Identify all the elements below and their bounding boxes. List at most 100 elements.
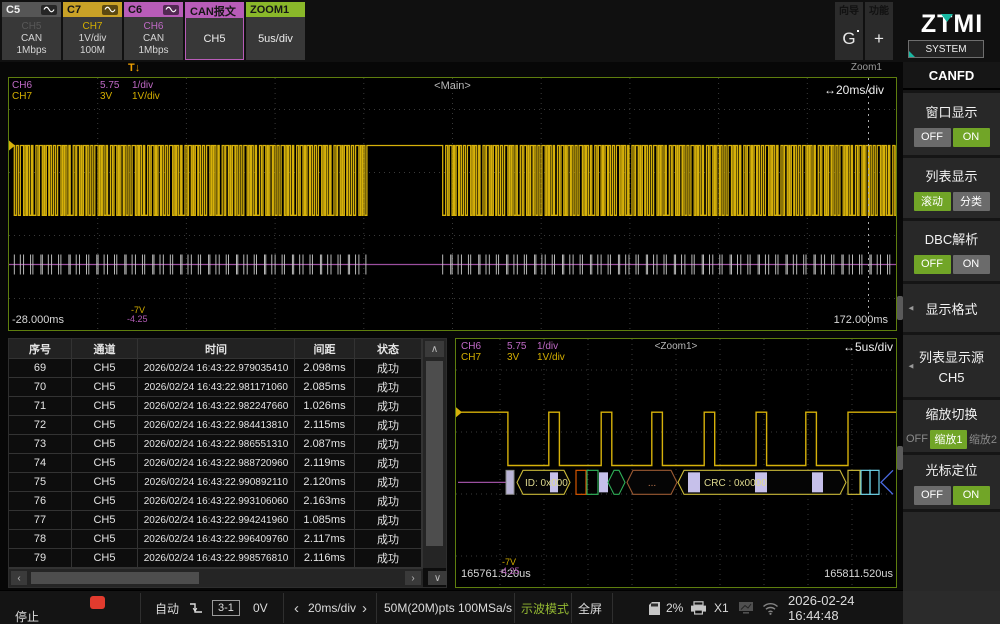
tab-zoom1[interactable]: ZOOM15us/div xyxy=(246,2,305,60)
toggle-group: OFFON xyxy=(914,255,990,274)
scroll-up-button[interactable]: ∧ xyxy=(425,341,444,357)
cell: 74 xyxy=(9,454,72,473)
cell: 2026/02/24 16:43:22.982247660 xyxy=(138,397,295,416)
tab-c5[interactable]: C5CH5CAN1Mbps xyxy=(2,2,61,60)
print-count: X1 xyxy=(714,591,729,624)
toggle-option-滚动[interactable]: 滚动 xyxy=(914,192,951,211)
cell: CH5 xyxy=(72,416,138,435)
tab-c7[interactable]: C7CH71V/div100M xyxy=(63,2,122,60)
zoom-waveform-display: ID: 0x000...CRC : 0x0000 xyxy=(456,339,896,587)
toggle-option-ON[interactable]: ON xyxy=(953,486,990,505)
table-row[interactable]: 71CH52026/02/24 16:43:22.9822476601.026m… xyxy=(9,397,446,416)
toggle-option-ON[interactable]: ON xyxy=(953,255,990,274)
tab-c7-line: 100M xyxy=(80,45,105,57)
table-row[interactable]: 77CH52026/02/24 16:43:22.9942419601.085m… xyxy=(9,511,446,530)
table-row[interactable]: 69CH52026/02/24 16:43:22.9790354102.098m… xyxy=(9,359,446,378)
cell: 2026/02/24 16:43:22.988720960 xyxy=(138,454,295,473)
table-row[interactable]: 79CH52026/02/24 16:43:22.9985768102.116m… xyxy=(9,549,446,568)
waveform-icon xyxy=(41,5,57,15)
expand-arrow-icon: ◄ xyxy=(907,304,915,313)
logo-triangle-icon xyxy=(941,14,953,22)
cell: 76 xyxy=(9,492,72,511)
cell: 2026/02/24 16:43:22.986551310 xyxy=(138,435,295,454)
decode-sof-block xyxy=(506,470,514,494)
table-horizontal-scrollbar[interactable]: ‹›∨ xyxy=(9,568,423,587)
trigger-edge-icon[interactable] xyxy=(188,591,204,624)
toggle-option-OFF[interactable]: OFF xyxy=(906,433,928,445)
cell: 72 xyxy=(9,416,72,435)
decode-field-block xyxy=(870,470,879,494)
tab-c7-line: CH7 xyxy=(82,21,102,33)
decode-field-block xyxy=(587,470,598,494)
trigger-mode-label[interactable]: 自动 xyxy=(155,591,179,624)
scroll-left-button[interactable]: ‹ xyxy=(11,571,27,585)
cell: 成功 xyxy=(355,378,422,397)
sidebar-section-显示格式[interactable]: 显示格式◄ xyxy=(903,284,1000,332)
toggle-option-OFF[interactable]: OFF xyxy=(914,486,951,505)
column-header-间距: 间距 xyxy=(295,339,355,359)
fullscreen-button[interactable]: 全屏 xyxy=(578,591,602,624)
run-state-label[interactable]: 停止 xyxy=(15,608,39,624)
decode-field-label: ID: 0x000 xyxy=(525,478,568,489)
stop-icon[interactable] xyxy=(90,596,105,609)
expand-arrow-icon: ◄ xyxy=(907,362,915,371)
table-row[interactable]: 76CH52026/02/24 16:43:22.9931060602.163m… xyxy=(9,492,446,511)
wizard-button[interactable]: 向导 G xyxy=(835,2,863,60)
printer-icon xyxy=(690,591,707,624)
toggle-option-缩放1[interactable]: 缩放1 xyxy=(930,430,967,449)
vscroll-thumb[interactable] xyxy=(426,361,443,546)
timebase-decrease-chevron[interactable]: ‹ xyxy=(294,591,299,624)
sidebar-section-光标定位: 光标定位OFFON xyxy=(903,455,1000,509)
hscroll-thumb[interactable] xyxy=(31,572,199,584)
section-label: 缩放切换 xyxy=(925,404,977,423)
table-row[interactable]: 70CH52026/02/24 16:43:22.9811710602.085m… xyxy=(9,378,446,397)
zoom-waveform-panel[interactable]: ID: 0x000...CRC : 0x0000 xyxy=(455,338,897,588)
toggle-option-OFF[interactable]: OFF xyxy=(914,128,951,147)
trigger-level-readout[interactable]: 0V xyxy=(253,591,268,624)
cell: 成功 xyxy=(355,492,422,511)
trigger-position-marker[interactable]: T↓ xyxy=(128,62,140,74)
channel-tabs: C5CH5CAN1MbpsC7CH71V/div100MC6CH6CAN1Mbp… xyxy=(2,2,305,60)
trigger-source-slot[interactable]: 3-1 xyxy=(212,600,240,616)
storage-icon xyxy=(648,591,661,624)
table-row[interactable]: 78CH52026/02/24 16:43:22.9964097602.117m… xyxy=(9,530,446,549)
tab-c6[interactable]: C6CH6CAN1Mbps xyxy=(124,2,183,60)
toggle-option-OFF[interactable]: OFF xyxy=(914,255,951,274)
system-corner-icon xyxy=(909,51,915,57)
table-row[interactable]: 75CH52026/02/24 16:43:22.9908921102.120m… xyxy=(9,473,446,492)
timebase-readout[interactable]: 20ms/div xyxy=(308,591,356,624)
toggle-option-ON[interactable]: ON xyxy=(953,128,990,147)
top-toolbar: C5CH5CAN1MbpsC7CH71V/div100MC6CH6CAN1Mbp… xyxy=(0,0,1000,62)
table-row[interactable]: 73CH52026/02/24 16:43:22.9865513102.087m… xyxy=(9,435,446,454)
section-label: 列表显示源 xyxy=(919,347,984,366)
table-row[interactable]: 72CH52026/02/24 16:43:22.9844138102.115m… xyxy=(9,416,446,435)
table-header-row: 序号通道时间间距状态 xyxy=(9,339,446,359)
cell: 2.085ms xyxy=(295,378,355,397)
sidebar-section-列表显示源[interactable]: 列表显示源◄CH5 xyxy=(903,335,1000,397)
toggle-group: OFF缩放1缩放2 xyxy=(906,430,997,449)
can-signal-trace xyxy=(9,146,896,216)
timebase-increase-chevron[interactable]: › xyxy=(362,591,367,624)
system-button[interactable]: SYSTEM xyxy=(908,40,984,58)
cell: 2.119ms xyxy=(295,454,355,473)
tab-can-msg[interactable]: CAN报文CH5 xyxy=(185,2,244,60)
scroll-right-button[interactable]: › xyxy=(405,571,421,585)
tab-c7-label: C7 xyxy=(67,4,81,16)
cell: CH5 xyxy=(72,454,138,473)
cell: 成功 xyxy=(355,454,422,473)
memory-depth-readout: 50M(20M)pts xyxy=(384,591,455,624)
toggle-option-分类[interactable]: 分类 xyxy=(953,192,990,211)
cell: CH5 xyxy=(72,378,138,397)
cell: 2.120ms xyxy=(295,473,355,492)
brand-logo: ZTMI xyxy=(908,10,996,39)
table-row[interactable]: 74CH52026/02/24 16:43:22.9887209602.119m… xyxy=(9,454,446,473)
toggle-option-缩放2[interactable]: 缩放2 xyxy=(969,431,997,447)
decode-field-label: ... xyxy=(648,478,656,489)
scroll-down-button[interactable]: ∨ xyxy=(428,571,447,585)
table-vertical-scrollbar[interactable]: ∧ xyxy=(422,339,446,568)
main-waveform-panel[interactable] xyxy=(8,77,897,331)
function-button[interactable]: 功能 + xyxy=(865,2,893,60)
scope-mode-button[interactable]: 示波模式 xyxy=(521,591,569,624)
sidebar-section-DBC解析: DBC解析OFFON xyxy=(903,221,1000,281)
waveform-icon xyxy=(163,5,179,15)
